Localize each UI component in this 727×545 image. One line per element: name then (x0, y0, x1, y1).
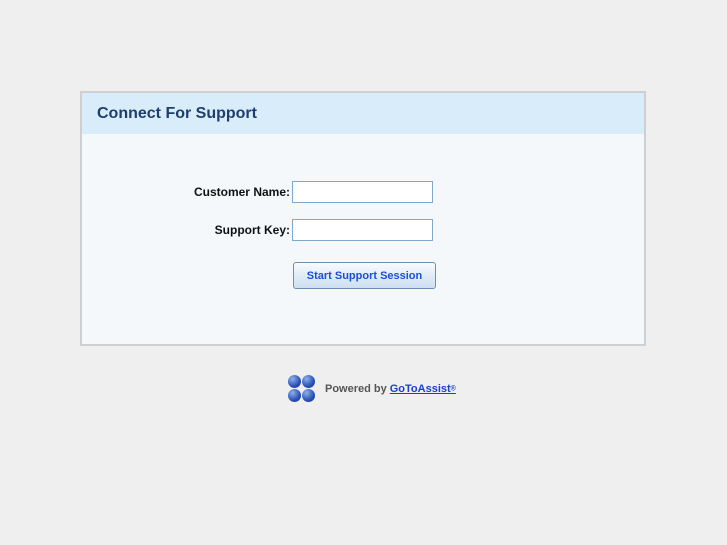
page: Connect For Support Customer Name: Suppo… (0, 0, 727, 545)
powered-by: Powered by GoToAssist® (288, 375, 456, 403)
connect-panel: Connect For Support Customer Name: Suppo… (80, 91, 646, 346)
panel-title: Connect For Support (97, 104, 257, 122)
gotoassist-link[interactable]: GoToAssist® (390, 383, 456, 395)
gotoassist-link-text[interactable]: GoToAssist (390, 383, 451, 395)
powered-by-text: Powered by (325, 383, 387, 395)
panel-header: Connect For Support (82, 93, 644, 134)
support-key-label: Support Key: (214, 223, 290, 237)
start-support-session-button[interactable]: Start Support Session (293, 262, 436, 289)
support-key-row: Support Key: (82, 219, 644, 243)
gotoassist-logo-icon (288, 375, 316, 403)
registered-mark: ® (450, 385, 456, 393)
support-key-input[interactable] (292, 219, 433, 241)
customer-name-row: Customer Name: (82, 181, 644, 205)
customer-name-label: Customer Name: (193, 185, 290, 199)
customer-name-input[interactable] (292, 181, 433, 203)
